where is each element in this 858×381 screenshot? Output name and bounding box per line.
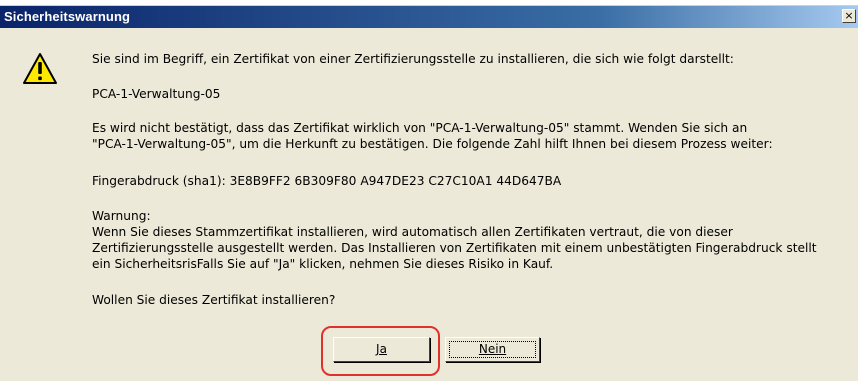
fingerprint-text: Fingerabdruck (sha1): 3E8B9FF2 6B309F80 … — [92, 174, 562, 188]
verify-text-line-1: Es wird nicht bestätigt, dass das Zertif… — [92, 121, 748, 135]
no-button[interactable]: Nein — [445, 337, 540, 362]
ca-name: PCA-1-Verwaltung-05 — [92, 87, 221, 101]
title-bar[interactable]: Sicherheitswarnung × — [0, 6, 858, 28]
yes-button-highlight — [321, 326, 440, 376]
warning-text-line-2: Zertifizierungsstelle ausgestellt werden… — [92, 241, 817, 255]
warning-heading: Warnung: — [92, 209, 151, 223]
warning-triangle-icon — [23, 53, 57, 84]
close-icon[interactable]: × — [842, 9, 856, 23]
intro-text: Sie sind im Begriff, ein Zertifikat von … — [92, 52, 734, 66]
warning-text-line-1: Wenn Sie dieses Stammzertifikat installi… — [92, 225, 733, 239]
verify-text-line-2: "PCA-1-Verwaltung-05", um die Herkunft z… — [92, 137, 773, 151]
warning-text-line-3: ein SicherheitsrisFalls Sie auf "Ja" kli… — [92, 257, 554, 271]
security-warning-dialog: Sicherheitswarnung × Sie sind im Begriff… — [0, 5, 858, 381]
no-button-label: Nein — [478, 342, 507, 356]
question-text: Wollen Sie dieses Zertifikat installiere… — [92, 293, 336, 307]
dialog-title: Sicherheitswarnung — [4, 9, 131, 24]
